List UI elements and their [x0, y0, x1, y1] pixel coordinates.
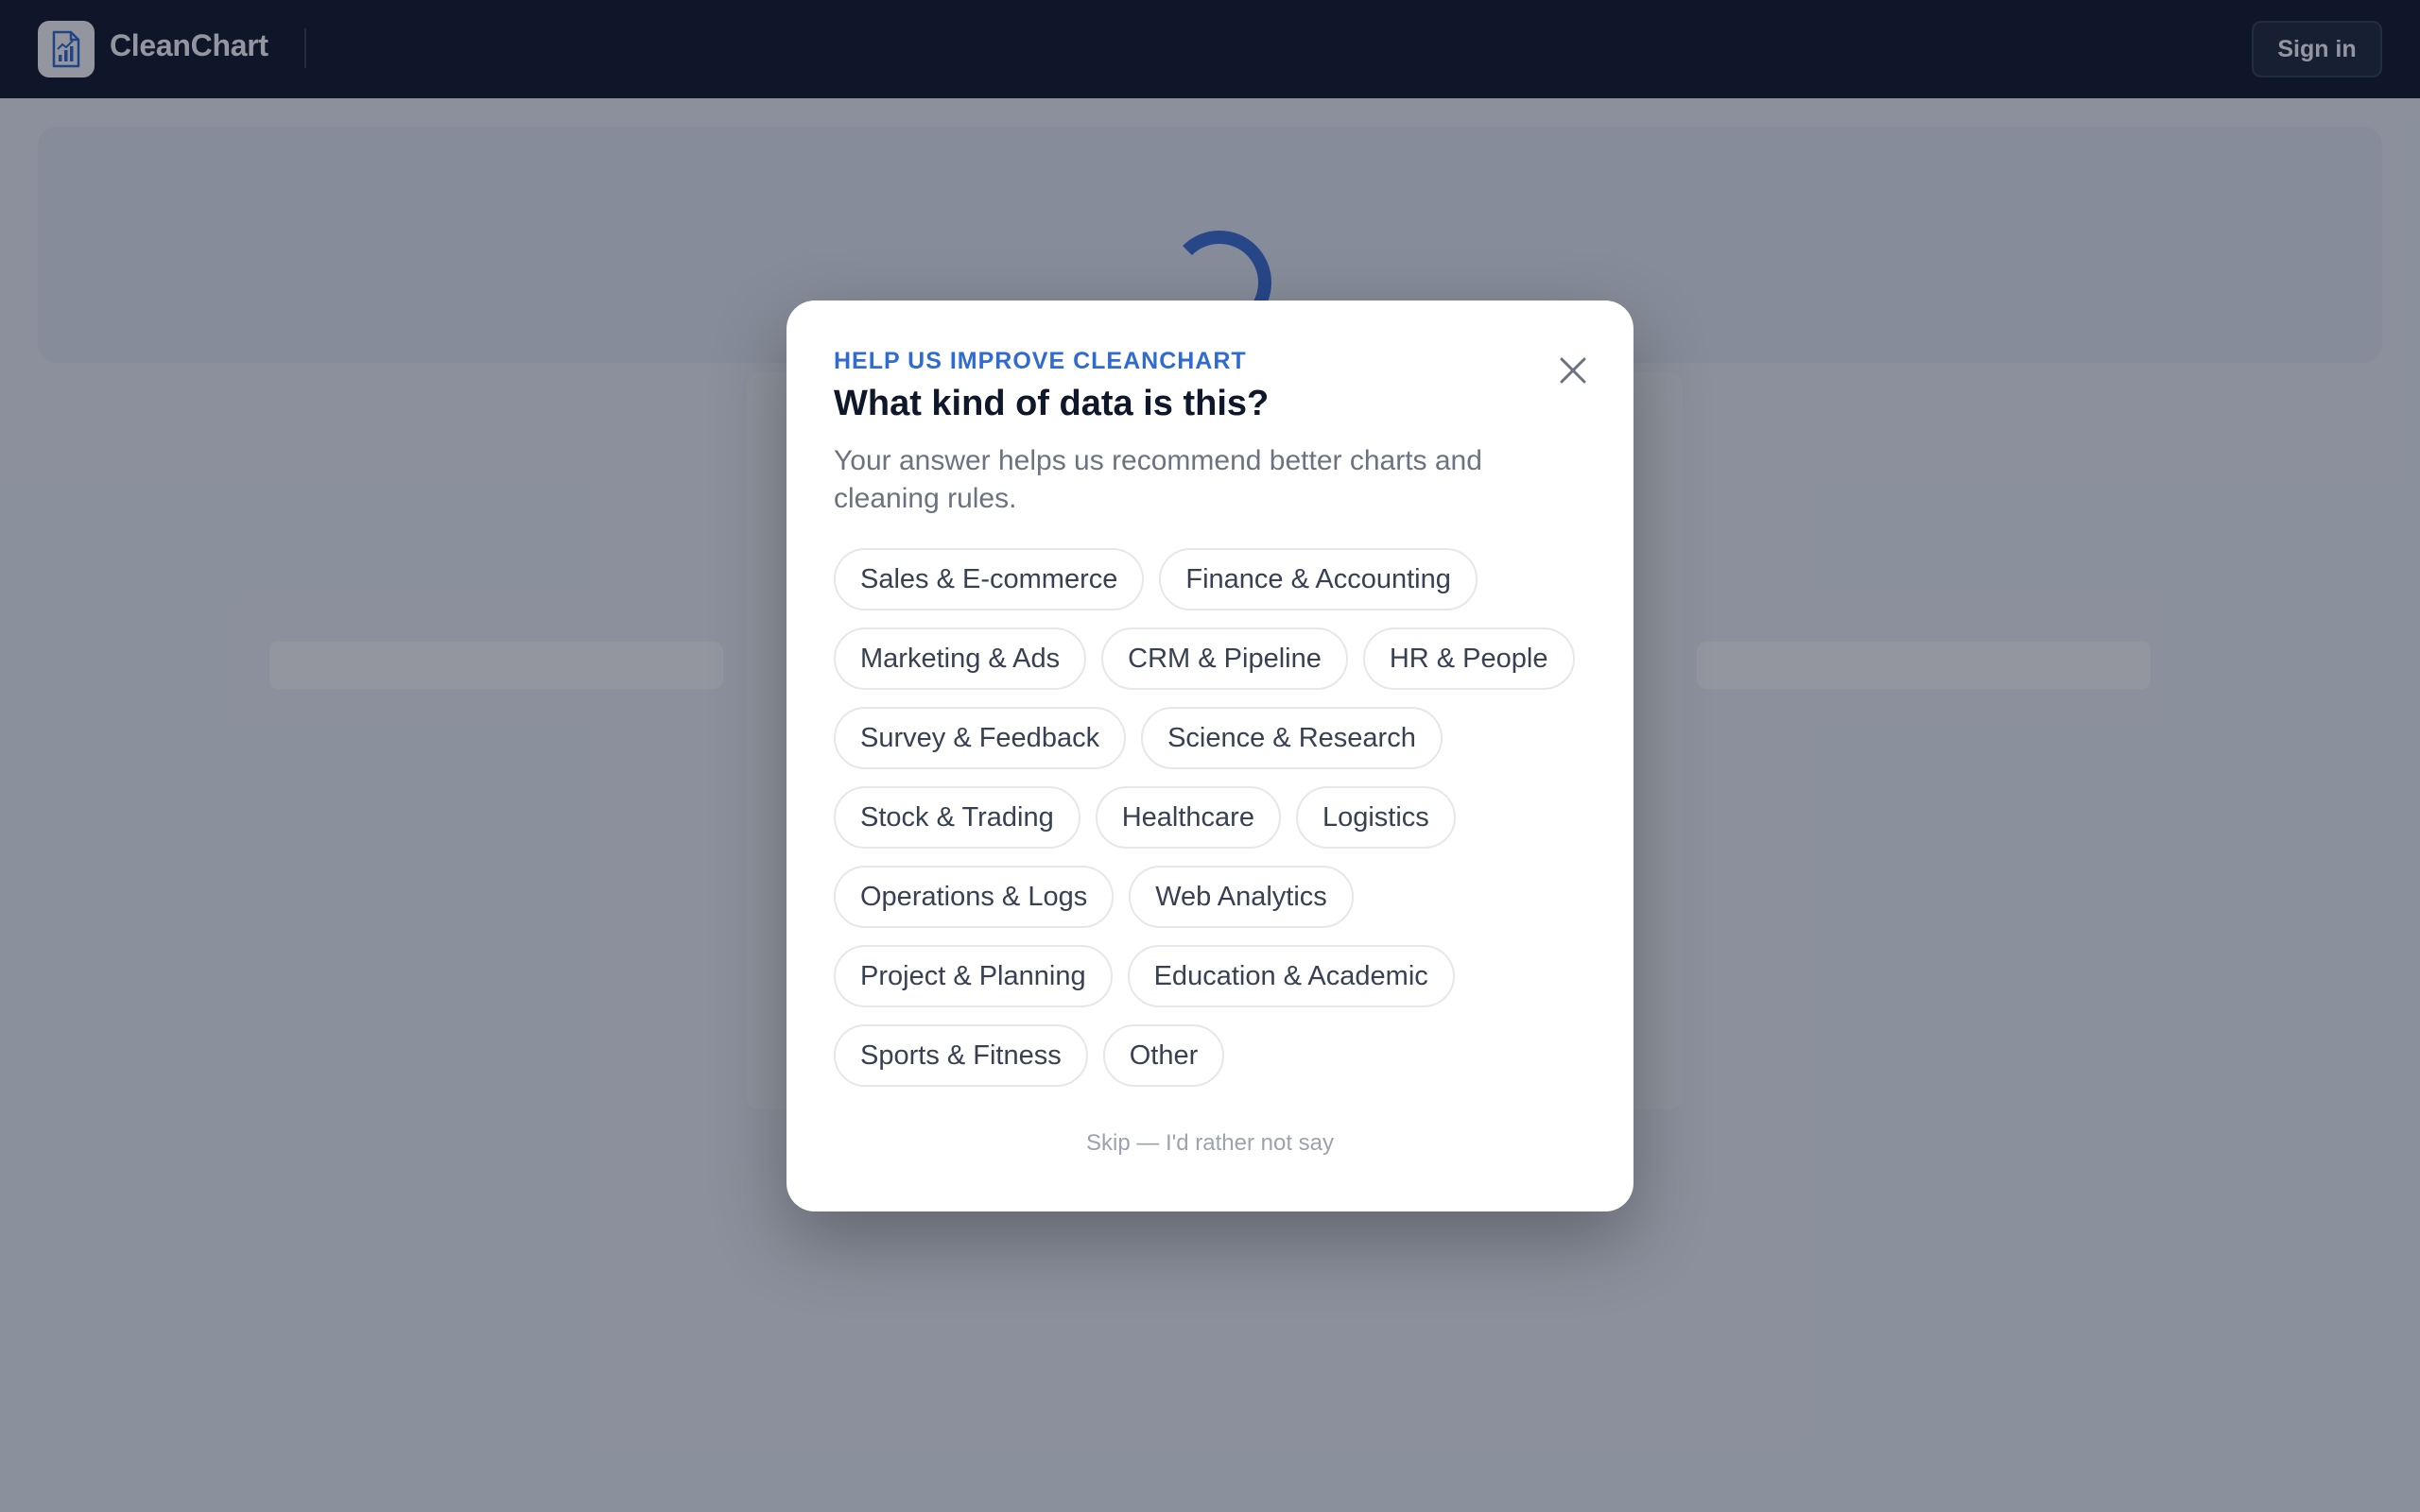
option-finance-accounting[interactable]: Finance & Accounting [1159, 548, 1478, 610]
option-sales-ecommerce[interactable]: Sales & E-commerce [834, 548, 1145, 610]
option-web-analytics[interactable]: Web Analytics [1129, 866, 1354, 928]
option-row: Sales & E-commerce Finance & Accounting [834, 548, 1590, 610]
option-healthcare[interactable]: Healthcare [1095, 786, 1281, 849]
option-row: Stock & Trading Healthcare Logistics [834, 786, 1590, 849]
option-logistics[interactable]: Logistics [1295, 786, 1456, 849]
modal-subtitle: Your answer helps us recommend better ch… [834, 445, 1482, 514]
modal-title: What kind of data is this? [834, 384, 1270, 423]
close-icon[interactable] [1552, 350, 1594, 391]
option-crm-pipeline[interactable]: CRM & Pipeline [1101, 627, 1348, 690]
option-row: Marketing & Ads CRM & Pipeline HR & Peop… [834, 627, 1590, 690]
skip-link[interactable]: Skip — I'd rather not say [786, 1130, 1634, 1157]
option-row: Operations & Logs Web Analytics [834, 866, 1590, 928]
option-operations-logs[interactable]: Operations & Logs [834, 866, 1115, 928]
option-project-planning[interactable]: Project & Planning [834, 945, 1113, 1007]
option-row: Survey & Feedback Science & Research [834, 707, 1590, 769]
option-hr-people[interactable]: HR & People [1362, 627, 1575, 690]
data-type-options: Sales & E-commerce Finance & Accounting … [834, 548, 1590, 1104]
option-row: Sports & Fitness Other [834, 1024, 1590, 1087]
data-type-survey-modal: HELP US IMPROVE CLEANCHART What kind of … [786, 301, 1634, 1211]
option-row: Project & Planning Education & Academic [834, 945, 1590, 1007]
option-education-academic[interactable]: Education & Academic [1127, 945, 1455, 1007]
option-marketing-ads[interactable]: Marketing & Ads [834, 627, 1087, 690]
option-sports-fitness[interactable]: Sports & Fitness [834, 1024, 1088, 1087]
modal-eyebrow: HELP US IMPROVE CLEANCHART [834, 348, 1247, 374]
option-stock-trading[interactable]: Stock & Trading [834, 786, 1080, 849]
option-survey-feedback[interactable]: Survey & Feedback [834, 707, 1127, 769]
option-science-research[interactable]: Science & Research [1141, 707, 1443, 769]
option-other[interactable]: Other [1102, 1024, 1225, 1087]
